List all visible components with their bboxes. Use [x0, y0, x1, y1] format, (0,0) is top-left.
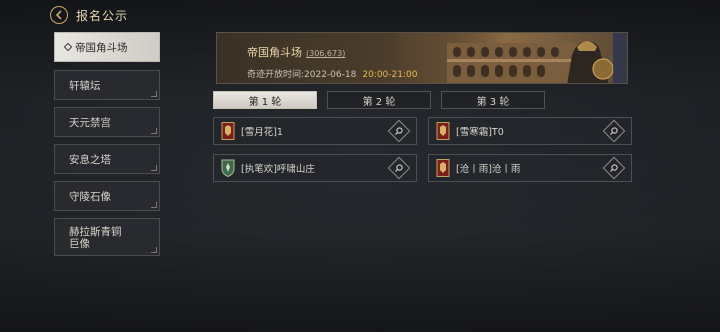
corner-icon: [151, 165, 157, 171]
corner-icon: [151, 247, 157, 253]
green-shield-icon: [221, 159, 235, 177]
sidebar-item-imperial-arena[interactable]: 帝国角斗场: [54, 32, 160, 62]
entry-card[interactable]: [执笔欢]呼啸山庄: [213, 154, 417, 182]
tab-round-3[interactable]: 第 3 轮: [441, 91, 545, 109]
tab-round-2[interactable]: 第 2 轮: [327, 91, 431, 109]
search-icon[interactable]: [602, 156, 626, 180]
corner-icon: [151, 128, 157, 134]
sidebar-item-label: 轩辕坛: [69, 79, 101, 92]
sidebar-item-tomb-statue[interactable]: 守陵石像: [54, 181, 160, 211]
corner-icon: [151, 91, 157, 97]
search-icon[interactable]: [387, 119, 411, 143]
diamond-icon: [63, 42, 73, 52]
sidebar-item-label: 安息之塔: [69, 153, 111, 166]
entry-card[interactable]: [沧丨雨]沧丨雨: [428, 154, 632, 182]
search-icon[interactable]: [387, 156, 411, 180]
search-icon[interactable]: [602, 119, 626, 143]
guild-name: [沧丨雨]沧丨雨: [456, 164, 521, 175]
tab-round-1[interactable]: 第 1 轮: [213, 91, 317, 109]
open-time: 奇迹开放时间:2022-06-18 20:00-21:00: [247, 67, 417, 80]
guild-name: [雪月花]1: [241, 127, 283, 138]
round-tabs: 第 1 轮 第 2 轮 第 3 轮: [213, 91, 545, 109]
header: 报名公示: [50, 4, 128, 26]
open-hours: 20:00-21:00: [362, 70, 418, 80]
signup-count[interactable]: (306,673): [306, 49, 345, 58]
red-banner-icon: [436, 159, 450, 177]
banner-title: 帝国角斗场 (306,673): [247, 44, 345, 60]
sidebar-item-label: 帝国角斗场: [75, 41, 128, 54]
sidebar-item-label: 天元禁宫: [69, 116, 111, 129]
entry-card[interactable]: [雪月花]1: [213, 117, 417, 145]
sidebar-item-label: 守陵石像: [69, 190, 111, 203]
sidebar-item-tower-of-rest[interactable]: 安息之塔: [54, 144, 160, 174]
sidebar-item-tianyuan-palace[interactable]: 天元禁宫: [54, 107, 160, 137]
entry-card[interactable]: [雪寒霜]T0: [428, 117, 632, 145]
sidebar-item-bronze-colossus[interactable]: 赫拉斯青铜巨像: [54, 218, 160, 256]
red-banner-icon: [221, 122, 235, 140]
guild-name: [雪寒霜]T0: [456, 127, 504, 138]
wonder-name: 帝国角斗场: [247, 46, 302, 59]
page-title: 报名公示: [76, 8, 129, 23]
arena-banner: 帝国角斗场 (306,673) 奇迹开放时间:2022-06-18 20:00-2…: [216, 32, 628, 84]
sidebar-item-xuanyuan-altar[interactable]: 轩辕坛: [54, 70, 160, 100]
corner-icon: [151, 202, 157, 208]
guild-name: [执笔欢]呼啸山庄: [241, 164, 315, 175]
red-banner-icon: [436, 122, 450, 140]
back-arrow-icon[interactable]: [50, 6, 68, 24]
open-date: 奇迹开放时间:2022-06-18: [247, 70, 357, 80]
colosseum-illustration: [427, 33, 627, 83]
sidebar-item-label: 赫拉斯青铜巨像: [69, 226, 122, 250]
